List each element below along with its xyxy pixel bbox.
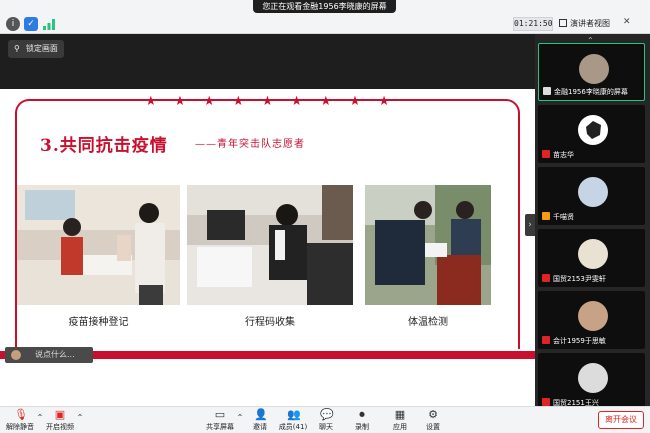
signal-icon[interactable] (42, 17, 56, 31)
record-label: 录制 (355, 423, 369, 431)
star-icon: ★ (232, 94, 245, 109)
lock-view-label: 锁定画面 (25, 44, 58, 53)
window-controls: ✕ (623, 17, 631, 27)
share-screen-icon: ▭ (214, 408, 226, 421)
avatar (578, 115, 608, 145)
star-icon: ★ (261, 94, 274, 109)
meeting-toolbar: 🎙 解除静音 ⌃ ▣ 开启视频 ⌃ ▭ 共享屏幕 ⌃ 👤 邀请 👥 成员(41)… (0, 406, 650, 433)
settings-label: 设置 (426, 423, 440, 431)
members-button[interactable]: 👥 成员(41) (277, 409, 309, 432)
caption-itinerary-code: 行程码收集 (245, 317, 295, 328)
participant-label: 国贸2153尹雯轩 (542, 274, 606, 284)
shared-screen-area: ⚲ 锁定画面 ★ ★ ★ ★ ★ ★ ★ ★ ★ 3.共同抗击疫情 ——青年突击队志愿者 (0, 34, 535, 406)
start-video-button[interactable]: ▣ 开启视频 (44, 409, 76, 432)
collapse-panel-handle[interactable]: › (525, 214, 535, 236)
participant-label: 金融1956李晓康的屏幕 (543, 87, 628, 97)
participant-panel: ⌃ 金融1956李晓康的屏幕 苗志华 千喵贤 国贸2153尹雯轩 会计1959于… (535, 34, 650, 411)
settings-button[interactable]: ⚙ 设置 (422, 409, 444, 432)
meeting-timer: 01:21:50 (513, 17, 553, 31)
star-row: ★ ★ ★ ★ ★ ★ ★ ★ ★ (145, 95, 390, 109)
slide-subtitle: ——青年突击队志愿者 (195, 139, 305, 150)
participant-tile[interactable]: 千喵贤 (538, 167, 645, 225)
share-options-arrow[interactable]: ⌃ (236, 413, 244, 422)
lock-view-button[interactable]: ⚲ 锁定画面 (8, 40, 64, 58)
photo-temperature-check (365, 185, 491, 305)
avatar (578, 239, 608, 269)
avatar (578, 363, 608, 393)
photo-vaccine-registration (17, 185, 180, 305)
invite-label: 邀请 (253, 423, 267, 431)
share-screen-label: 共享屏幕 (206, 423, 234, 431)
photo-itinerary-code (187, 185, 353, 305)
chat-icon: 💬 (320, 408, 334, 421)
mic-icon (542, 212, 550, 220)
star-icon: ★ (290, 94, 303, 109)
mic-muted-icon (542, 274, 550, 282)
participant-name: 会计1959于思敏 (553, 337, 606, 345)
title-bar: i ✓ 您正在观看金融1956李晓康的屏幕 01:21:50 演讲者视图 ✕ (0, 0, 650, 34)
participant-tile[interactable]: 会计1959于思敏 (538, 291, 645, 349)
star-icon: ★ (174, 94, 186, 109)
leave-meeting-button[interactable]: 离开会议 (598, 411, 644, 429)
apps-button[interactable]: ▦ 应用 (389, 409, 411, 432)
info-icon[interactable]: i (6, 17, 20, 31)
participant-name: 苗志华 (553, 151, 574, 159)
view-mode-label: 演讲者视图 (570, 19, 610, 28)
participant-tile[interactable]: 国贸2153尹雯轩 (538, 229, 645, 287)
unmute-label: 解除静音 (6, 423, 34, 431)
participant-name: 国贸2153尹雯轩 (553, 275, 606, 283)
star-icon: ★ (378, 94, 390, 109)
view-mode-button[interactable]: 演讲者视图 (559, 17, 619, 31)
shield-icon[interactable]: ✓ (24, 17, 38, 31)
avatar (578, 177, 608, 207)
gear-icon: ⚙ (428, 408, 438, 421)
participant-name: 金融1956李晓康的屏幕 (554, 88, 628, 96)
mic-muted-icon (542, 398, 550, 406)
apps-icon: ▦ (394, 408, 406, 421)
participant-tile[interactable]: 苗志华 (538, 105, 645, 163)
members-icon: 👥 (287, 408, 301, 421)
invite-button[interactable]: 👤 邀请 (249, 409, 271, 432)
caption-temperature-check: 体温检测 (408, 317, 448, 328)
avatar (11, 350, 21, 360)
video-options-arrow[interactable]: ⌃ (76, 413, 84, 422)
grid-icon (559, 19, 567, 27)
start-video-label: 开启视频 (46, 423, 74, 431)
chevron-right-icon: › (528, 220, 532, 230)
apps-label: 应用 (393, 423, 407, 431)
audio-options-arrow[interactable]: ⌃ (36, 413, 44, 422)
record-button[interactable]: ⏺ 录制 (351, 409, 373, 432)
star-icon: ★ (349, 94, 361, 109)
avatar (579, 54, 609, 84)
slide-title: 3.共同抗击疫情 (40, 136, 168, 156)
participant-label: 千喵贤 (542, 212, 574, 222)
mic-muted-icon (542, 336, 550, 344)
participant-tile[interactable]: 金融1956李晓康的屏幕 (538, 43, 645, 101)
video-off-icon: ▣ (54, 408, 66, 421)
close-icon[interactable]: ✕ (623, 17, 631, 27)
mic-icon (543, 87, 551, 95)
caption-vaccine-registration: 疫苗接种登记 (68, 317, 129, 328)
chat-label: 聊天 (319, 423, 333, 431)
unmute-button[interactable]: 🎙 解除静音 (4, 409, 36, 432)
participant-label: 会计1959于思敏 (542, 336, 606, 346)
members-label: 成员(41) (278, 423, 308, 431)
chat-input-button[interactable]: 说点什么... (5, 347, 93, 363)
share-banner: 您正在观看金融1956李晓康的屏幕 (253, 0, 396, 13)
star-icon: ★ (319, 94, 332, 109)
share-screen-button[interactable]: ▭ 共享屏幕 (204, 409, 236, 432)
pin-icon: ⚲ (14, 44, 20, 53)
invite-icon: 👤 (254, 408, 268, 421)
star-icon: ★ (203, 94, 215, 109)
mic-muted-icon: 🎙 (14, 408, 28, 421)
avatar (578, 301, 608, 331)
mic-muted-icon (542, 150, 550, 158)
record-icon: ⏺ (359, 408, 365, 421)
participant-label: 苗志华 (542, 150, 574, 160)
participant-tile[interactable]: 国贸2151王兴 (538, 353, 645, 411)
chat-button[interactable]: 💬 聊天 (315, 409, 337, 432)
chat-input-label: 说点什么... (35, 350, 75, 359)
star-icon: ★ (145, 94, 157, 109)
participant-name: 千喵贤 (553, 213, 574, 221)
